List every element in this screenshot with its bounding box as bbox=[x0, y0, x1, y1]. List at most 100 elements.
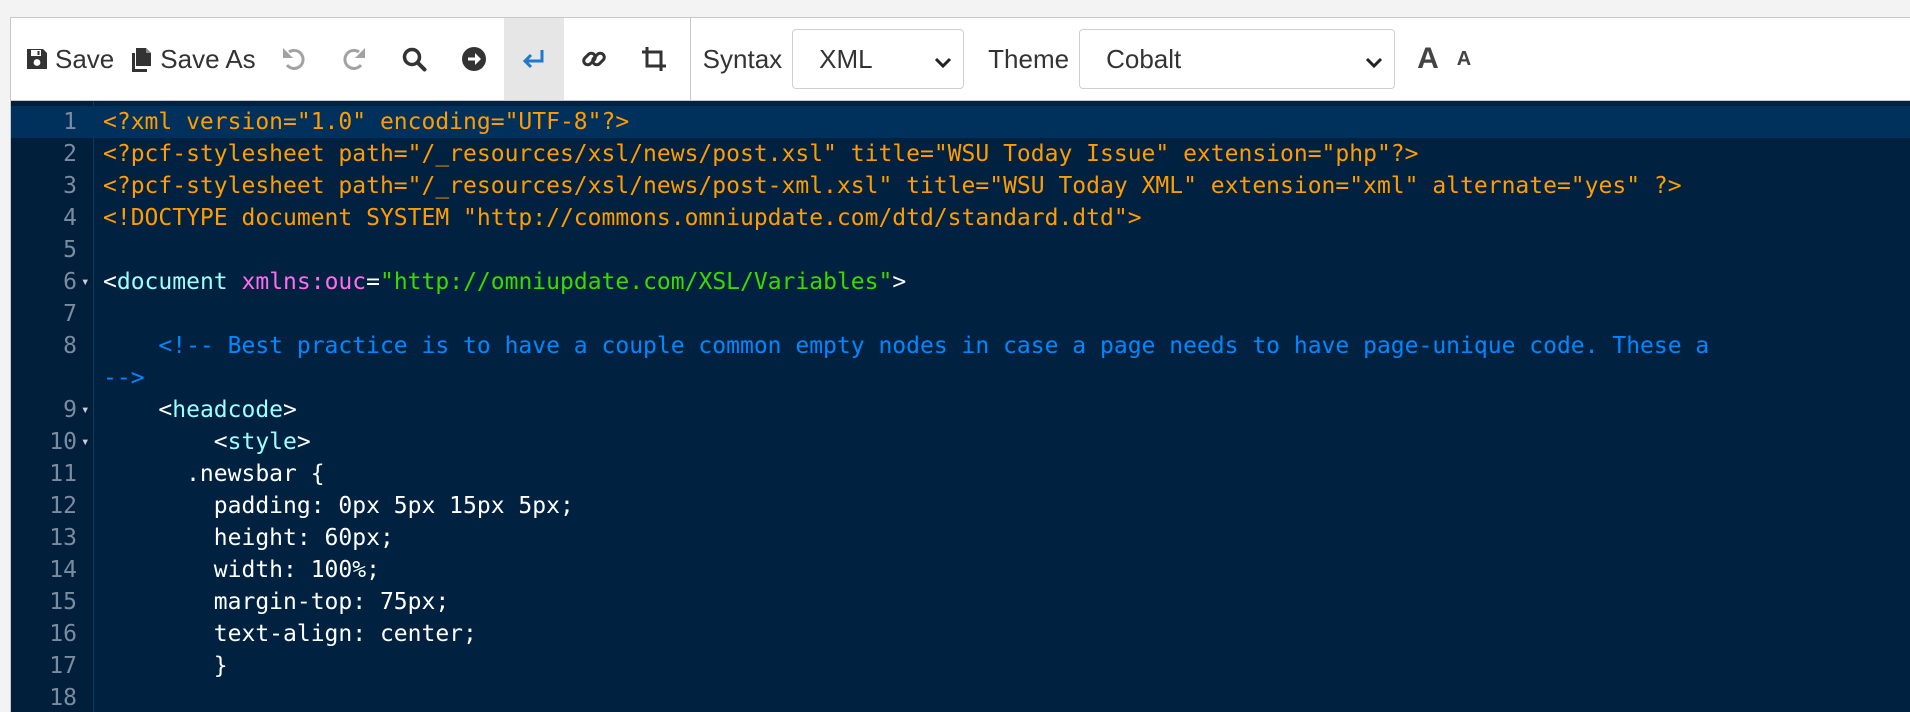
line-text: .newsbar { bbox=[103, 458, 325, 490]
code-token: = bbox=[366, 269, 380, 295]
chevron-down-icon bbox=[933, 49, 953, 80]
code-token: style bbox=[227, 429, 297, 455]
code-line: 5 bbox=[11, 234, 1910, 266]
line-text: } bbox=[103, 650, 228, 682]
code-token: document bbox=[116, 269, 228, 295]
link-icon bbox=[580, 45, 608, 73]
line-number: 5 bbox=[63, 237, 77, 263]
line-number: 17 bbox=[49, 653, 77, 679]
line-number: 15 bbox=[49, 589, 77, 615]
line-number: 2 bbox=[63, 141, 77, 167]
code-line: 2 <?pcf-stylesheet path="/_resources/xsl/… bbox=[11, 138, 1910, 170]
fold-toggle-icon[interactable]: ▾ bbox=[81, 426, 89, 458]
line-number: 4 bbox=[63, 205, 77, 231]
code-token: --> bbox=[103, 365, 145, 391]
code-editor[interactable]: 1 <?xml version="1.0" encoding="UTF-8"?> 2… bbox=[11, 101, 1910, 712]
line-number: 14 bbox=[49, 557, 77, 583]
code-line: 10 ▾ <style> bbox=[11, 426, 1910, 458]
code-line: 11 .newsbar { bbox=[11, 458, 1910, 490]
line-text: height: 60px; bbox=[103, 522, 394, 554]
editor-toolbar: Save Save As Syntax XML Theme Cobalt A A bbox=[11, 18, 1910, 101]
font-size-decrease-button[interactable]: A bbox=[1449, 48, 1479, 71]
line-text: padding: 0px 5px 15px 5px; bbox=[103, 490, 574, 522]
redo-button[interactable] bbox=[324, 18, 384, 100]
code-token: .newsbar { bbox=[103, 461, 325, 487]
line-text: <?xml version="1.0" encoding="UTF-8"?> bbox=[103, 106, 629, 138]
syntax-select[interactable]: XML bbox=[792, 29, 965, 89]
line-number: 16 bbox=[49, 621, 77, 647]
return-arrow-icon bbox=[520, 45, 548, 73]
find-button[interactable] bbox=[384, 18, 444, 100]
line-number: 7 bbox=[63, 301, 77, 327]
line-number: 13 bbox=[49, 525, 77, 551]
font-size-increase-button[interactable]: A bbox=[1409, 42, 1447, 76]
floppy-disk-icon bbox=[25, 47, 49, 71]
code-line: 15 margin-top: 75px; bbox=[11, 586, 1910, 618]
line-number: 12 bbox=[49, 493, 77, 519]
code-line: 9 ▾ <headcode> bbox=[11, 394, 1910, 426]
code-token: <?xml version="1.0" encoding="UTF-8"?> bbox=[103, 109, 630, 135]
code-token: margin-top: 75px; bbox=[103, 589, 450, 615]
crop-icon bbox=[640, 45, 668, 73]
code-line: 12 padding: 0px 5px 15px 5px; bbox=[11, 490, 1910, 522]
save-button[interactable]: Save bbox=[11, 18, 122, 100]
code-line: 3 <?pcf-stylesheet path="/_resources/xsl/… bbox=[11, 170, 1910, 202]
arrow-circle-right-icon bbox=[461, 46, 487, 72]
code-token: < bbox=[103, 397, 173, 423]
word-wrap-button[interactable] bbox=[503, 18, 564, 100]
code-token: < bbox=[103, 269, 117, 295]
line-text: <?pcf-stylesheet path="/_resources/xsl/n… bbox=[103, 170, 1682, 202]
theme-select[interactable]: Cobalt bbox=[1079, 29, 1396, 89]
save-button-label: Save bbox=[55, 43, 115, 74]
code-token: "http://omniupdate.com/XSL/Variables" bbox=[379, 269, 893, 295]
code-token: > bbox=[283, 397, 297, 423]
line-text: <headcode> bbox=[103, 394, 297, 426]
code-token: text-align: center; bbox=[103, 621, 477, 647]
line-number: 11 bbox=[49, 461, 77, 487]
line-number: 18 bbox=[49, 685, 77, 711]
code-line: 18 bbox=[11, 682, 1910, 712]
line-text: <?pcf-stylesheet path="/_resources/xsl/n… bbox=[103, 138, 1418, 170]
line-number: 8 bbox=[63, 333, 77, 359]
code-line: 8 <!-- Best practice is to have a couple… bbox=[11, 330, 1910, 362]
fold-toggle-icon[interactable]: ▾ bbox=[81, 266, 89, 298]
go-to-line-button[interactable] bbox=[444, 18, 504, 100]
copy-icon bbox=[130, 46, 154, 72]
code-token: headcode bbox=[172, 397, 284, 423]
code-line: 13 height: 60px; bbox=[11, 522, 1910, 554]
source-editor-window: Save Save As Syntax XML Theme Cobalt A A… bbox=[10, 17, 1910, 712]
line-text: width: 100%; bbox=[103, 554, 380, 586]
code-token: <?pcf-stylesheet path="/_resources/xsl/n… bbox=[103, 173, 1682, 199]
syntax-label: Syntax bbox=[702, 43, 783, 74]
code-line: 16 text-align: center; bbox=[11, 618, 1910, 650]
search-icon bbox=[401, 46, 427, 72]
redo-icon bbox=[340, 45, 368, 73]
theme-select-value: Cobalt bbox=[1106, 43, 1182, 74]
code-token: <!-- Best practice is to have a couple c… bbox=[103, 333, 1710, 359]
code-token: width: 100%; bbox=[103, 557, 380, 583]
crop-button[interactable] bbox=[624, 18, 684, 100]
line-number: 9 bbox=[63, 397, 77, 423]
line-number: 3 bbox=[63, 173, 77, 199]
code-token: padding: 0px 5px 15px 5px; bbox=[103, 493, 574, 519]
line-text: <!-- Best practice is to have a couple c… bbox=[103, 330, 1709, 362]
line-number: 6 bbox=[63, 269, 77, 295]
code-line: 7 bbox=[11, 298, 1910, 330]
line-text: margin-top: 75px; bbox=[103, 586, 449, 618]
insert-link-button[interactable] bbox=[564, 18, 624, 100]
code-line: 14 width: 100%; bbox=[11, 554, 1910, 586]
save-as-button-label: Save As bbox=[160, 43, 256, 74]
code-line: 17 } bbox=[11, 650, 1910, 682]
code-token: <!DOCTYPE document SYSTEM "http://common… bbox=[103, 205, 1142, 231]
fold-toggle-icon[interactable]: ▾ bbox=[81, 394, 89, 426]
line-number: 10 bbox=[49, 429, 77, 455]
line-number: 1 bbox=[63, 109, 77, 135]
code-line: --> bbox=[11, 362, 1910, 394]
save-as-button[interactable]: Save As bbox=[122, 18, 263, 100]
line-text: <style> bbox=[103, 426, 311, 458]
line-text: <!DOCTYPE document SYSTEM "http://common… bbox=[103, 202, 1142, 234]
code-token: > bbox=[892, 269, 907, 295]
undo-button[interactable] bbox=[264, 18, 324, 100]
line-text: --> bbox=[103, 362, 145, 394]
